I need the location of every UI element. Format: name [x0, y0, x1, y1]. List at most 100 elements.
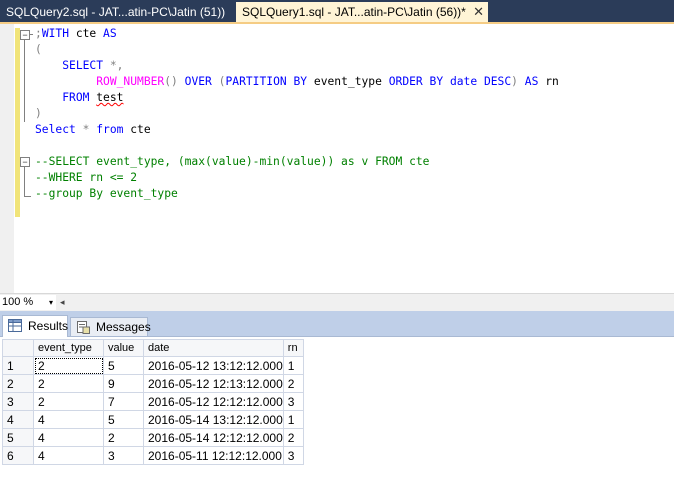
results-grid-area: event_type value date rn 1 2 5 2016-05-12 1… — [0, 337, 674, 503]
chevron-down-icon[interactable]: ▾ — [49, 295, 53, 310]
grid-cell[interactable]: 2 — [282, 374, 304, 393]
row-header[interactable]: 1 — [2, 356, 34, 375]
close-icon[interactable]: ✕ — [473, 2, 484, 22]
scroll-left-icon[interactable]: ◂ — [60, 295, 65, 310]
code-token: ROW_NUMBER — [96, 75, 165, 88]
grid-cell[interactable]: 4 — [33, 446, 104, 465]
code-token: --WHERE rn <= 2 — [35, 171, 138, 184]
grid-cell[interactable]: 2016-05-12 13:12:12.000 — [143, 356, 284, 375]
code-token: date — [449, 75, 484, 88]
code-token: SELECT — [62, 59, 104, 72]
row-header[interactable]: 5 — [2, 428, 34, 447]
column-header-rn[interactable]: rn — [282, 339, 304, 357]
code-token: ) — [511, 75, 525, 88]
table-row[interactable]: 3 2 7 2016-05-12 12:12:12.000 3 — [2, 392, 304, 411]
grid-cell[interactable]: 2016-05-12 12:13:12.000 — [143, 374, 284, 393]
grid-cell[interactable]: 2016-05-12 12:12:12.000 — [143, 392, 284, 411]
code-token: --group By event_type — [35, 187, 178, 200]
code-token: AS — [103, 27, 117, 40]
grid-icon — [8, 319, 22, 332]
tab-sqlquery2[interactable]: SQLQuery2.sql - JAT...atin-PC\Jatin (51)… — [0, 2, 232, 22]
row-header[interactable]: 6 — [2, 446, 34, 465]
code-line[interactable]: FROM test — [35, 90, 559, 106]
row-header[interactable]: 2 — [2, 374, 34, 393]
grid-cell[interactable]: 3 — [282, 392, 304, 411]
grid-cell[interactable]: 4 — [33, 410, 104, 429]
tab-label: Results — [28, 319, 69, 333]
messages-icon — [77, 321, 90, 334]
grid-cell[interactable]: 2016-05-14 13:12:12.000 — [143, 410, 284, 429]
table-row[interactable]: 1 2 5 2016-05-12 13:12:12.000 1 — [2, 356, 304, 375]
grid-cell[interactable]: 5 — [103, 356, 144, 375]
grid-cell[interactable]: 7 — [103, 392, 144, 411]
code-token: PARTITION BY — [225, 75, 314, 88]
code-line[interactable]: ;WITH cte AS — [35, 26, 559, 42]
code-token: DESC — [483, 75, 512, 88]
code-token: OVER — [184, 75, 219, 88]
grid-cell[interactable]: 2 — [33, 374, 104, 393]
sql-code[interactable]: ;WITH cte AS( SELECT *, ROW_NUMBER() OVE… — [35, 26, 559, 202]
grid-cell[interactable]: 2 — [33, 392, 104, 411]
grid-cell[interactable]: 1 — [282, 356, 304, 375]
grid-cell[interactable]: 3 — [103, 446, 144, 465]
grid-cell[interactable]: 9 — [103, 374, 144, 393]
code-token: WITH — [41, 27, 76, 40]
code-line[interactable]: --WHERE rn <= 2 — [35, 170, 559, 186]
grid-cell[interactable]: 2 — [33, 356, 104, 375]
grid-cell[interactable]: 2016-05-14 12:12:12.000 — [143, 428, 284, 447]
collapse-icon[interactable]: − — [20, 157, 30, 167]
grid-cell[interactable]: 2 — [103, 428, 144, 447]
editor-gutter — [0, 24, 14, 293]
results-grid: event_type value date rn 1 2 5 2016-05-12 1… — [2, 339, 304, 465]
editor-status-bar: 100 % ▾ ◂ — [0, 293, 674, 311]
code-line[interactable] — [35, 138, 559, 154]
grid-cell[interactable]: 5 — [103, 410, 144, 429]
code-token: from — [96, 123, 131, 136]
table-row[interactable]: 4 4 5 2016-05-14 13:12:12.000 1 — [2, 410, 304, 429]
code-token: ) — [35, 107, 42, 120]
grid-cell[interactable]: 3 — [282, 446, 304, 465]
tab-sqlquery1[interactable]: SQLQuery1.sql - JAT...atin-PC\Jatin (56)… — [236, 2, 488, 22]
grid-corner[interactable] — [2, 339, 34, 357]
code-line[interactable]: ) — [35, 106, 559, 122]
code-line[interactable]: ROW_NUMBER() OVER (PARTITION BY event_ty… — [35, 74, 559, 90]
grid-cell[interactable]: 2016-05-11 12:12:12.000 — [143, 446, 284, 465]
tab-results[interactable]: Results — [2, 315, 68, 337]
code-line[interactable]: ( — [35, 42, 559, 58]
code-token: () — [164, 75, 185, 88]
outline-region: − — [20, 157, 33, 197]
row-header[interactable]: 3 — [2, 392, 34, 411]
column-header-value[interactable]: value — [103, 339, 144, 357]
code-token: *, — [103, 59, 124, 72]
code-token: rn — [545, 75, 559, 88]
code-token: * — [82, 123, 97, 136]
table-row[interactable]: 6 4 3 2016-05-11 12:12:12.000 3 — [2, 446, 304, 465]
table-row[interactable]: 2 2 9 2016-05-12 12:13:12.000 2 — [2, 374, 304, 393]
grid-cell[interactable]: 1 — [282, 410, 304, 429]
grid-cell[interactable]: 2 — [282, 428, 304, 447]
code-line[interactable]: Select * from cte — [35, 122, 559, 138]
tab-label: Messages — [96, 320, 151, 334]
code-token: test — [96, 91, 124, 104]
row-header[interactable]: 4 — [2, 410, 34, 429]
code-line[interactable]: --group By event_type — [35, 186, 559, 202]
code-token: ; — [35, 27, 42, 40]
zoom-value: 100 % — [2, 296, 34, 308]
column-header-event-type[interactable]: event_type — [33, 339, 104, 357]
code-line[interactable]: --SELECT event_type, (max(value)-min(val… — [35, 154, 559, 170]
query-editor[interactable]: − − ;WITH cte AS( SELECT *, ROW_NUMBER()… — [0, 24, 674, 293]
code-token: cte — [130, 123, 151, 136]
tab-label: SQLQuery2.sql - JAT...atin-PC\Jatin (51)… — [6, 5, 226, 19]
change-tracking-bar — [15, 28, 20, 217]
code-line[interactable]: SELECT *, — [35, 58, 559, 74]
tab-label: SQLQuery1.sql - JAT...atin-PC\Jatin (56)… — [242, 5, 466, 19]
tab-messages[interactable]: Messages — [70, 317, 151, 337]
collapse-icon[interactable]: − — [20, 30, 30, 40]
column-header-date[interactable]: date — [143, 339, 284, 357]
table-row[interactable]: 5 4 2 2016-05-14 12:12:12.000 2 — [2, 428, 304, 447]
document-tab-strip: SQLQuery2.sql - JAT...atin-PC\Jatin (51)… — [0, 0, 674, 24]
grid-cell[interactable]: 4 — [33, 428, 104, 447]
zoom-dropdown[interactable]: 100 % ▾ — [0, 295, 56, 310]
